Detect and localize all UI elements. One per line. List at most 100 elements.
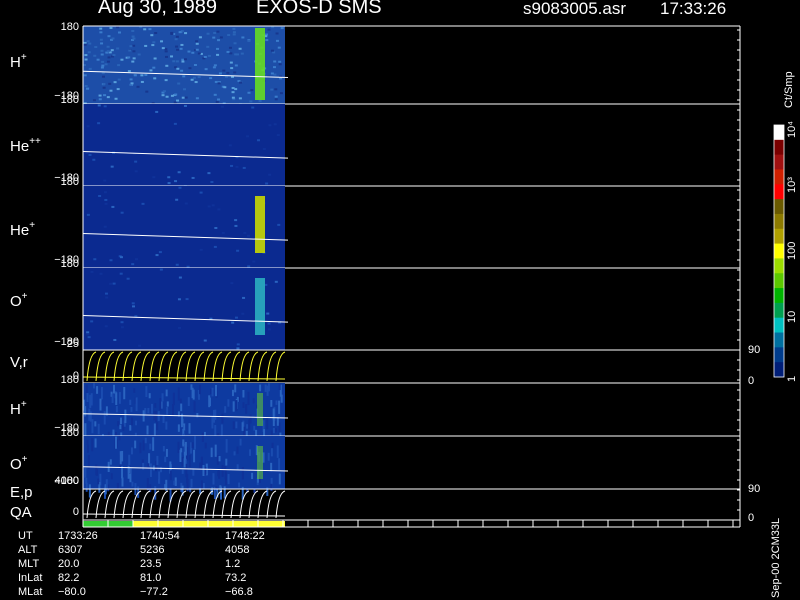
speckle <box>272 420 275 427</box>
speckle <box>232 401 235 412</box>
speckle <box>247 234 251 237</box>
speckle <box>159 268 163 271</box>
speckle <box>142 440 145 451</box>
speckle <box>142 410 145 422</box>
speckle <box>86 393 89 403</box>
speckle <box>165 389 168 397</box>
speckle <box>173 101 177 104</box>
speckle <box>227 399 230 407</box>
curve <box>212 351 223 382</box>
speckle <box>148 393 151 399</box>
speckle <box>162 414 165 424</box>
speckle <box>223 86 227 89</box>
speckle <box>99 398 102 411</box>
speckle <box>134 170 138 173</box>
speckle <box>103 411 106 425</box>
speckle <box>109 89 113 92</box>
speckle <box>100 53 104 56</box>
y-max-tick: 180 <box>60 374 79 386</box>
speckle <box>246 424 249 429</box>
speckle <box>193 64 197 67</box>
speckle <box>242 402 245 408</box>
speckle <box>87 51 91 54</box>
speckle <box>277 46 281 49</box>
speckle <box>153 77 157 80</box>
speckle <box>278 458 281 471</box>
speckle <box>177 387 180 401</box>
speckle <box>231 91 235 94</box>
speckle <box>197 52 201 55</box>
speckle <box>249 100 253 103</box>
speckle <box>187 50 191 53</box>
speckle <box>176 48 180 51</box>
speckle <box>207 54 211 57</box>
speckle <box>253 487 256 493</box>
speckle <box>222 69 226 72</box>
speckle <box>110 49 114 52</box>
speckle <box>190 384 193 390</box>
speckle <box>178 326 182 329</box>
speckle <box>241 36 245 39</box>
footer-value: −77.2 <box>140 586 168 598</box>
speckle <box>121 466 124 479</box>
speckle <box>116 88 120 91</box>
speckle <box>221 465 224 477</box>
speckle <box>228 46 232 49</box>
speckle <box>152 176 156 179</box>
speckle <box>239 438 242 446</box>
speckle <box>126 277 130 280</box>
speckle <box>129 78 133 81</box>
footer-value: 1740:54 <box>140 530 180 542</box>
speckle <box>207 172 211 175</box>
speckle <box>183 58 187 61</box>
speckle <box>160 467 163 473</box>
speckle <box>83 43 87 46</box>
speckle <box>183 104 187 107</box>
speckle <box>278 63 282 66</box>
speckle <box>276 445 279 458</box>
curve <box>185 490 196 519</box>
speckle <box>212 473 215 485</box>
speckle <box>274 98 278 101</box>
speckle <box>259 384 262 392</box>
curve <box>221 490 232 519</box>
speckle <box>199 462 202 469</box>
speckle <box>233 451 236 456</box>
speckle <box>221 231 225 234</box>
speckle <box>214 409 217 420</box>
speckle <box>229 61 233 64</box>
footer-row-label: ALT <box>18 544 38 556</box>
speckle <box>199 248 203 251</box>
speckle <box>230 282 234 285</box>
speckle <box>216 30 220 33</box>
speckle <box>99 31 103 34</box>
speckle <box>130 447 133 455</box>
speckle <box>85 482 88 492</box>
curve <box>140 490 151 519</box>
colorbar-swatch-1 <box>774 139 784 156</box>
speckle <box>93 54 97 57</box>
speckle <box>181 457 184 467</box>
speckle <box>220 105 224 108</box>
speckle <box>184 202 188 205</box>
speckle <box>246 135 250 138</box>
speckle <box>129 425 132 431</box>
speckle <box>270 400 273 407</box>
speckle <box>234 88 238 91</box>
y-max-tick: 180 <box>60 94 79 106</box>
speckle <box>183 88 187 91</box>
colorbar-swatch-8 <box>774 243 784 259</box>
speckle <box>184 32 188 35</box>
hot-band-6 <box>257 446 263 479</box>
speckle <box>181 96 185 99</box>
speckle <box>105 479 108 489</box>
footer-value: −66.8 <box>225 586 253 598</box>
speckle <box>117 78 121 81</box>
footer-value: 23.5 <box>140 558 162 570</box>
curve <box>203 490 214 519</box>
colorbar-swatch-5 <box>774 199 784 215</box>
speckle <box>160 40 164 43</box>
footer-row-label: UT <box>18 530 33 542</box>
speckle <box>241 466 244 480</box>
speckle <box>85 384 88 393</box>
